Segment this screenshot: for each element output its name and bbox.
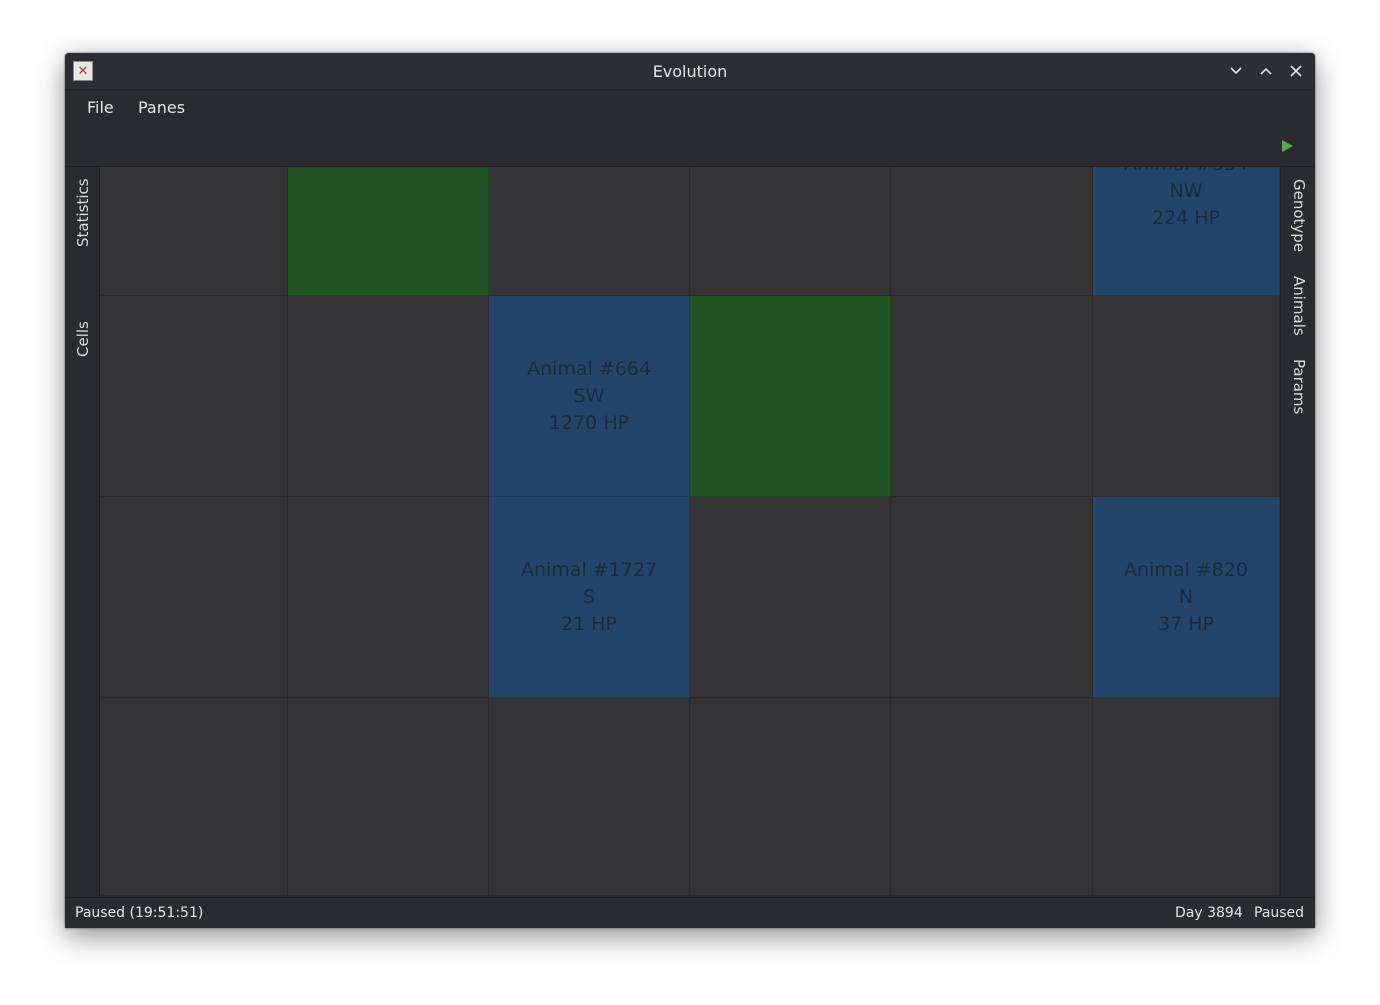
chevron-up-icon — [1260, 67, 1272, 75]
grid-cell[interactable] — [100, 698, 288, 896]
animal-hp: 224 HP — [1151, 207, 1221, 229]
play-icon — [1282, 140, 1293, 152]
grid-cell[interactable] — [1093, 296, 1280, 497]
menu-bar: File Panes — [65, 90, 1315, 126]
menu-file[interactable]: File — [87, 98, 114, 117]
grid-cell[interactable] — [690, 497, 891, 698]
tab-animals[interactable]: Animals — [1290, 276, 1308, 336]
animal-direction: NW — [1169, 180, 1203, 202]
animal-name: Animal #664 — [527, 357, 651, 380]
animal-name: Animal #334 — [1124, 167, 1248, 178]
tab-statistics[interactable]: Statistics — [74, 178, 92, 247]
grid-cell[interactable] — [891, 167, 1093, 296]
status-state: Paused — [1254, 905, 1305, 921]
status-day: Day 3894 — [1175, 905, 1243, 921]
close-icon — [1290, 65, 1302, 77]
animal-cell[interactable]: Animal #820 N 37 HP — [1093, 497, 1280, 698]
right-dock: Genotype Animals Params — [1280, 167, 1315, 896]
grid-cell[interactable] — [891, 497, 1093, 698]
grid-cell[interactable] — [489, 167, 690, 296]
grid-cell[interactable] — [489, 698, 690, 896]
toolbar — [65, 126, 1315, 167]
animal-hp: 1270 HP — [548, 411, 630, 434]
animal-hp: 37 HP — [1158, 612, 1214, 635]
tab-cells[interactable]: Cells — [74, 321, 92, 357]
grid-cell[interactable] — [690, 167, 891, 296]
animal-name: Animal #820 — [1124, 558, 1248, 581]
title-bar[interactable]: ✕ Evolution — [65, 53, 1315, 90]
animal-direction: N — [1178, 585, 1194, 608]
left-dock: Statistics Cells — [65, 167, 100, 896]
status-bar: Paused (19:51:51) Day 3894 Paused — [65, 897, 1315, 928]
window-title: Evolution — [652, 62, 728, 81]
status-message: Paused (19:51:51) — [75, 905, 204, 921]
animal-direction: S — [582, 585, 596, 608]
plant-cell[interactable] — [288, 167, 489, 296]
animal-cell[interactable]: Animal #664 SW 1270 HP — [489, 296, 690, 497]
grid-cell[interactable] — [690, 698, 891, 896]
tab-params[interactable]: Params — [1290, 359, 1308, 414]
grid-cell[interactable] — [891, 296, 1093, 497]
world-grid[interactable]: Animal #334 NW 224 HP Animal #664 SW 127… — [100, 167, 1280, 896]
grid-cell[interactable] — [891, 698, 1093, 896]
animal-hp: 21 HP — [561, 612, 617, 635]
plant-cell[interactable] — [690, 296, 891, 497]
animal-name: Animal #1727 — [520, 558, 658, 581]
grid-cell[interactable] — [100, 167, 288, 296]
animal-direction: SW — [573, 384, 605, 407]
animal-cell[interactable]: Animal #334 NW 224 HP — [1093, 167, 1280, 296]
play-button[interactable] — [1279, 138, 1295, 154]
minimize-button[interactable] — [1227, 62, 1245, 80]
grid-cell[interactable] — [288, 497, 489, 698]
close-button[interactable] — [1287, 62, 1305, 80]
chevron-down-icon — [1230, 67, 1242, 75]
app-window: ✕ Evolution File Panes Statistics Cells — [65, 53, 1315, 928]
grid-cell[interactable] — [288, 296, 489, 497]
grid-cell[interactable] — [288, 698, 489, 896]
grid-cell[interactable] — [1093, 698, 1280, 896]
maximize-button[interactable] — [1257, 62, 1275, 80]
grid-cell[interactable] — [100, 497, 288, 698]
animal-cell[interactable]: Animal #1727 S 21 HP — [489, 497, 690, 698]
grid-cell[interactable] — [100, 296, 288, 497]
menu-panes[interactable]: Panes — [138, 98, 185, 117]
tab-genotype[interactable]: Genotype — [1290, 179, 1308, 252]
